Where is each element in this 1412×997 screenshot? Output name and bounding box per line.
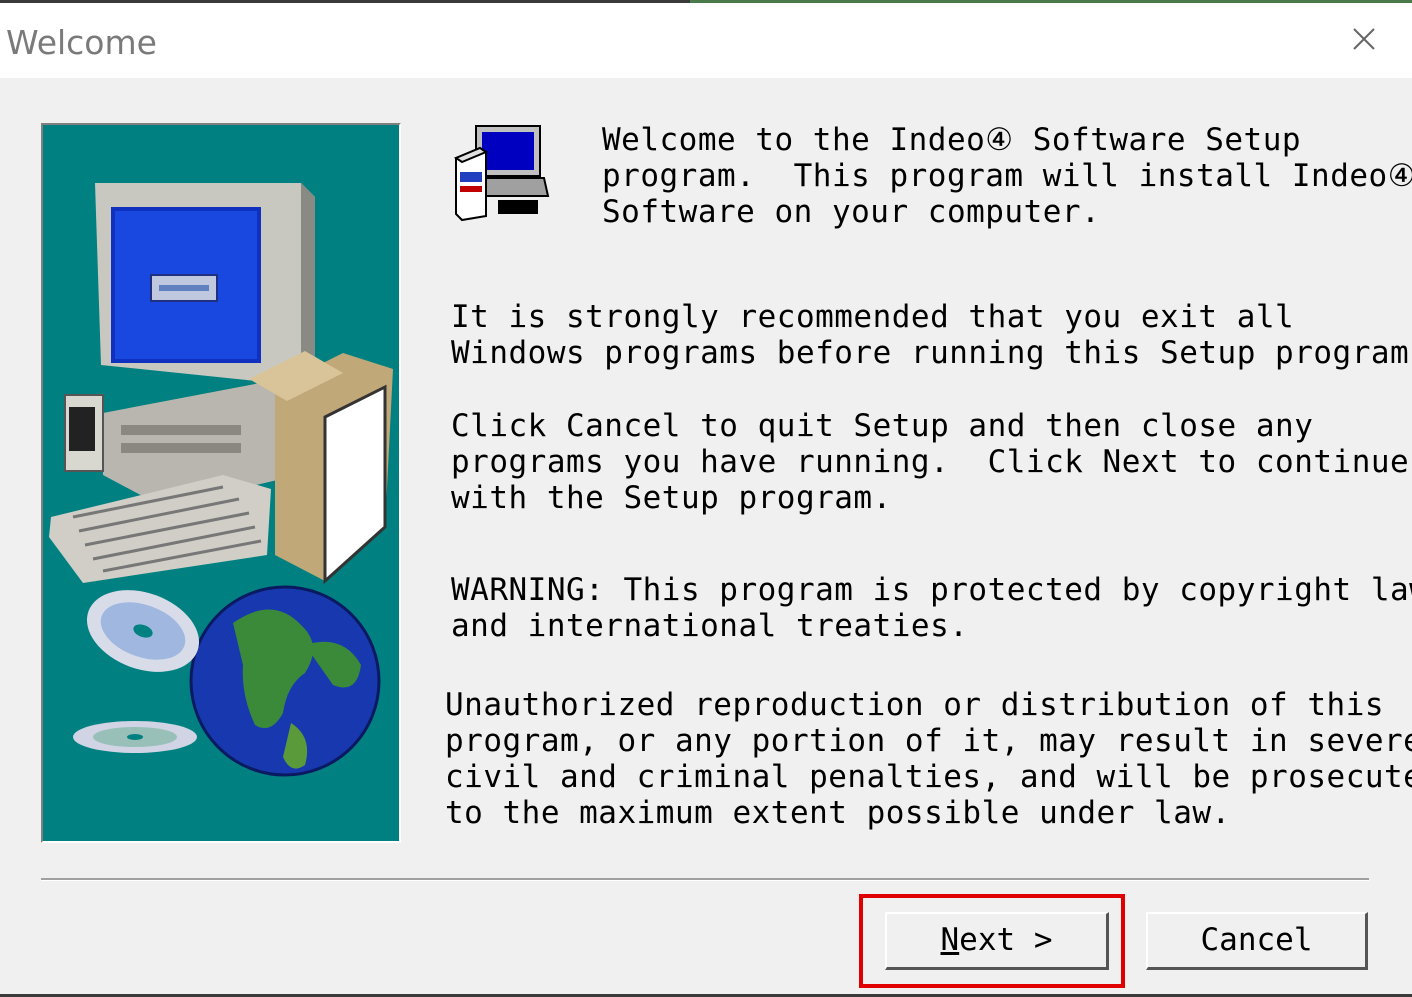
button-separator [41,878,1369,881]
setup-computer-icon [450,122,550,226]
next-button[interactable]: Next > [885,912,1109,970]
recommendation-text: It is strongly recommended that you exit… [451,299,1412,371]
close-icon[interactable] [1342,17,1386,61]
warning-text: WARNING: This program is protected by co… [451,572,1412,644]
window-title: Welcome [6,23,157,62]
setup-illustration-panel [41,123,401,843]
intro-text: Welcome to the Indeo④ Software Setup pro… [602,122,1412,230]
computer-globe-cd-illustration [49,183,393,777]
title-bar[interactable]: Welcome [0,3,1412,78]
next-label: ext > [959,922,1053,958]
legal-text: Unauthorized reproduction or distributio… [445,687,1412,831]
instructions-text: Click Cancel to quit Setup and then clos… [451,408,1410,516]
cancel-button[interactable]: Cancel [1146,912,1368,970]
next-mnemonic: N [940,922,960,958]
